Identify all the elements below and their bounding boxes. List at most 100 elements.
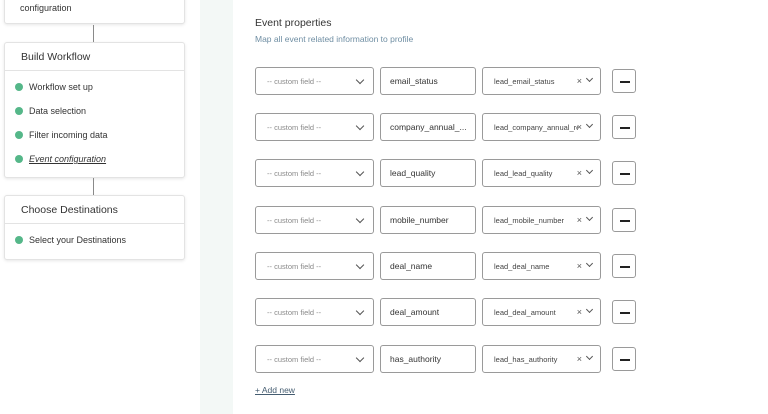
profile-attribute-value: lead_has_authority <box>494 355 558 364</box>
source-field-select[interactable]: -- custom field -- <box>255 67 374 95</box>
clear-icon[interactable]: × <box>577 260 582 272</box>
event-property-input[interactable]: mobile_number <box>380 206 476 234</box>
remove-row-button[interactable] <box>612 254 636 278</box>
chevron-down-icon[interactable] <box>355 75 365 85</box>
step-select-destinations[interactable]: Select your Destinations <box>5 228 184 252</box>
profile-attribute-value: lead_email_status <box>494 77 555 86</box>
clear-icon[interactable]: × <box>577 167 582 179</box>
source-field-select[interactable]: -- custom field -- <box>255 345 374 373</box>
clear-icon[interactable]: × <box>577 121 582 133</box>
chevron-down-icon[interactable] <box>355 306 365 316</box>
remove-row-button[interactable] <box>612 300 636 324</box>
chevron-down-icon[interactable] <box>585 213 594 222</box>
event-property-input[interactable]: lead_quality <box>380 159 476 187</box>
profile-attribute-select[interactable]: lead_email_status × <box>482 67 601 95</box>
previous-step-label: configuration <box>20 3 72 13</box>
event-property-value: deal_amount <box>390 307 440 317</box>
profile-attribute-select[interactable]: lead_deal_name × <box>482 252 601 280</box>
divider-strip <box>200 0 233 414</box>
step-filter-incoming-data[interactable]: Filter incoming data <box>5 123 184 147</box>
minus-icon <box>620 266 630 268</box>
source-field-placeholder: -- custom field -- <box>267 77 322 86</box>
remove-row-button[interactable] <box>612 115 636 139</box>
source-field-placeholder: -- custom field -- <box>267 123 322 132</box>
source-field-placeholder: -- custom field -- <box>267 262 322 271</box>
source-field-placeholder: -- custom field -- <box>267 308 322 317</box>
workflow-steps-panel: configuration Build Workflow Workflow se… <box>0 0 200 414</box>
step-workflow-set-up[interactable]: Workflow set up <box>5 75 184 99</box>
chevron-down-icon[interactable] <box>585 352 594 361</box>
choose-destinations-card: Choose Destinations Select your Destinat… <box>4 195 185 260</box>
profile-attribute-value: lead_deal_amount <box>494 308 556 317</box>
profile-attribute-select[interactable]: lead_lead_quality × <box>482 159 601 187</box>
clear-icon[interactable]: × <box>577 75 582 87</box>
clear-icon[interactable]: × <box>577 306 582 318</box>
chevron-down-icon[interactable] <box>585 120 594 129</box>
chevron-down-icon[interactable] <box>355 167 365 177</box>
chevron-down-icon[interactable] <box>355 214 365 224</box>
remove-row-button[interactable] <box>612 161 636 185</box>
step-connector <box>93 25 94 42</box>
mapping-row: -- custom field -- mobile_number lead_mobi… <box>255 206 645 236</box>
event-property-input[interactable]: email_status <box>380 67 476 95</box>
check-icon <box>15 131 23 139</box>
chevron-down-icon[interactable] <box>355 260 365 270</box>
mapping-row: -- custom field -- has_authority lead_has_… <box>255 345 645 375</box>
minus-icon <box>620 173 630 175</box>
choose-destinations-title: Choose Destinations <box>5 196 184 224</box>
chevron-down-icon[interactable] <box>585 259 594 268</box>
profile-attribute-value: lead_deal_name <box>494 262 550 271</box>
event-property-value: deal_name <box>390 261 433 271</box>
build-workflow-card: Build Workflow Workflow set up Data sele… <box>4 42 185 178</box>
chevron-down-icon[interactable] <box>585 74 594 83</box>
section-title: Event properties <box>255 17 332 29</box>
remove-row-button[interactable] <box>612 69 636 93</box>
event-property-value: has_authority <box>390 354 442 364</box>
source-field-placeholder: -- custom field -- <box>267 169 322 178</box>
event-property-input[interactable]: has_authority <box>380 345 476 373</box>
chevron-down-icon[interactable] <box>585 166 594 175</box>
previous-step-card: configuration <box>4 0 185 24</box>
clear-icon[interactable]: × <box>577 214 582 226</box>
chevron-down-icon[interactable] <box>585 305 594 314</box>
step-event-configuration[interactable]: Event configuration <box>5 147 184 171</box>
mapping-row: -- custom field -- deal_amount lead_deal_a… <box>255 298 645 328</box>
remove-row-button[interactable] <box>612 208 636 232</box>
profile-attribute-select[interactable]: lead_deal_amount × <box>482 298 601 326</box>
source-field-placeholder: -- custom field -- <box>267 355 322 364</box>
source-field-select[interactable]: -- custom field -- <box>255 113 374 141</box>
profile-attribute-select[interactable]: lead_company_annual_re × <box>482 113 601 141</box>
event-property-value: company_annual_... <box>390 122 467 132</box>
remove-row-button[interactable] <box>612 347 636 371</box>
check-icon <box>15 107 23 115</box>
event-property-value: mobile_number <box>390 215 449 225</box>
add-new-link[interactable]: + Add new <box>255 385 295 395</box>
source-field-select[interactable]: -- custom field -- <box>255 298 374 326</box>
minus-icon <box>620 359 630 361</box>
source-field-placeholder: -- custom field -- <box>267 216 322 225</box>
mapping-row: -- custom field -- email_status lead_email… <box>255 67 645 97</box>
event-property-input[interactable]: company_annual_... <box>380 113 476 141</box>
event-property-input[interactable]: deal_name <box>380 252 476 280</box>
source-field-select[interactable]: -- custom field -- <box>255 159 374 187</box>
check-icon <box>15 236 23 244</box>
chevron-down-icon[interactable] <box>355 121 365 131</box>
minus-icon <box>620 81 630 83</box>
step-data-selection[interactable]: Data selection <box>5 99 184 123</box>
minus-icon <box>620 127 630 129</box>
build-workflow-title: Build Workflow <box>5 43 184 71</box>
minus-icon <box>620 312 630 314</box>
event-property-input[interactable]: deal_amount <box>380 298 476 326</box>
mapping-row: -- custom field -- lead_quality lead_lead_… <box>255 159 645 189</box>
clear-icon[interactable]: × <box>577 353 582 365</box>
event-property-value: lead_quality <box>390 168 436 178</box>
mapping-row: -- custom field -- company_annual_... lead… <box>255 113 645 143</box>
check-icon <box>15 83 23 91</box>
profile-attribute-select[interactable]: lead_mobile_number × <box>482 206 601 234</box>
section-subtitle: Map all event related information to pro… <box>255 34 414 44</box>
profile-attribute-select[interactable]: lead_has_authority × <box>482 345 601 373</box>
mapping-row: -- custom field -- deal_name lead_deal_nam… <box>255 252 645 282</box>
chevron-down-icon[interactable] <box>355 353 365 363</box>
source-field-select[interactable]: -- custom field -- <box>255 206 374 234</box>
source-field-select[interactable]: -- custom field -- <box>255 252 374 280</box>
